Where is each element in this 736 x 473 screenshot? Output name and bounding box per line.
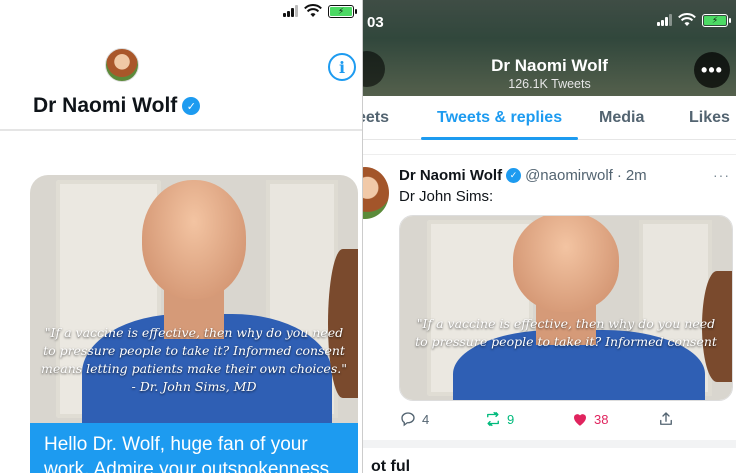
tab-tweets-replies[interactable]: Tweets & replies [437, 109, 562, 127]
profile-panel: 03 ⚡ Dr Naomi Wolf 126.1K Tweets ••• eet… [362, 0, 736, 473]
like-button[interactable]: 38 [571, 410, 608, 428]
share-icon [660, 412, 672, 425]
dm-name: Dr Naomi Wolf [33, 94, 178, 117]
avatar[interactable] [363, 167, 389, 219]
shared-image[interactable]: "If a vaccine is effective, then why do … [30, 175, 358, 423]
tweet-header: Dr Naomi Wolf ✓ @naomirwolf · 2m [399, 167, 647, 184]
wifi-icon [678, 13, 696, 26]
tweet-author-name[interactable]: Dr Naomi Wolf [399, 167, 502, 184]
more-icon[interactable]: ••• [694, 52, 730, 88]
more-icon[interactable]: ··· [713, 167, 730, 183]
status-bar: ⚡ [657, 13, 731, 27]
like-icon [574, 414, 586, 426]
separator: · [616, 167, 622, 184]
tab-likes[interactable]: Likes [689, 109, 730, 127]
image-quote-text: "If a vaccine is effective, then why do … [41, 324, 347, 395]
next-section-text: ot ful [371, 458, 411, 473]
active-tab-indicator [421, 137, 578, 140]
verified-badge-icon: ✓ [506, 168, 522, 183]
tweet[interactable]: Dr Naomi Wolf ✓ @naomirwolf · 2m ··· Dr … [363, 154, 736, 439]
divider [0, 129, 362, 131]
battery-charging-icon: ⚡ [702, 13, 731, 27]
status-time: 03 [367, 14, 384, 31]
status-bar: ⚡ [283, 0, 357, 22]
tweet-actions: 4 9 38 [399, 410, 733, 432]
tab-tweets[interactable]: eets [363, 109, 389, 127]
retweet-icon [487, 411, 499, 427]
divider [363, 440, 736, 448]
photo: "If a vaccine is effective, then why do … [30, 175, 358, 423]
signal-icon [657, 14, 672, 26]
profile-name: Dr Naomi Wolf [491, 56, 608, 75]
info-icon[interactable]: i [328, 53, 356, 81]
tweet-handle[interactable]: @naomirwolf [525, 167, 613, 184]
reply-icon [401, 412, 415, 427]
photo: "If a vaccine is effective, then why do … [400, 216, 732, 400]
profile-tabs: eets Tweets & replies Media Likes [363, 96, 736, 140]
image-quote-text: "If a vaccine is effective, then why do … [415, 316, 717, 350]
share-button[interactable] [657, 410, 675, 428]
tweet-count: 126.1K Tweets [508, 77, 591, 91]
reply-count: 4 [422, 411, 430, 427]
tweet-time: 2m [625, 167, 647, 184]
tweet-image[interactable]: "If a vaccine is effective, then why do … [399, 215, 733, 401]
verified-badge-icon: ✓ [182, 97, 201, 115]
reply-button[interactable]: 4 [399, 410, 429, 428]
profile-banner: 03 ⚡ Dr Naomi Wolf 126.1K Tweets ••• [363, 0, 736, 96]
retweet-count: 9 [507, 411, 515, 427]
tab-media[interactable]: Media [599, 109, 644, 127]
dm-panel: ⚡ i Dr Naomi Wolf ✓ "If a vaccine is eff… [0, 0, 362, 473]
message-bubble[interactable]: Hello Dr. Wolf, huge fan of your work. A… [30, 423, 358, 473]
retweet-button[interactable]: 9 [484, 410, 514, 428]
tweet-text: Dr John Sims: [399, 188, 494, 205]
like-count: 38 [594, 411, 609, 427]
signal-icon [283, 5, 298, 17]
battery-charging-icon: ⚡ [328, 4, 357, 18]
avatar[interactable] [105, 48, 139, 82]
conversation-title: Dr Naomi Wolf ✓ [33, 94, 201, 118]
wifi-icon [304, 4, 322, 17]
